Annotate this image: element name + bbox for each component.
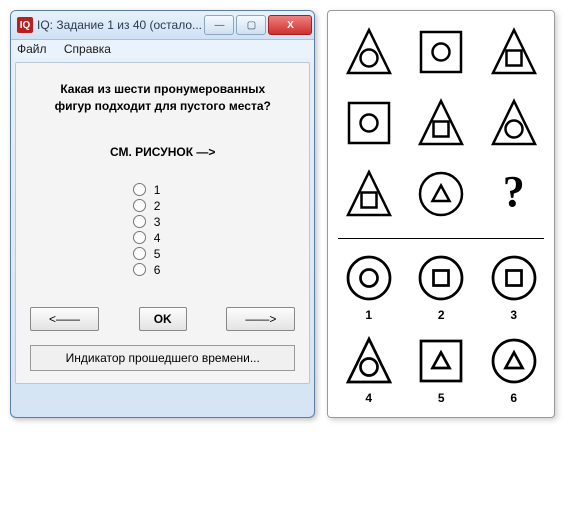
radio-2[interactable] bbox=[133, 199, 146, 212]
next-button[interactable]: ——> bbox=[226, 307, 295, 331]
titlebar[interactable]: IQ IQ: Задание 1 из 40 (остало... — ▢ X bbox=[11, 11, 314, 40]
option-6[interactable]: 6 bbox=[133, 263, 193, 277]
close-button[interactable]: X bbox=[268, 15, 312, 35]
radio-4[interactable] bbox=[133, 231, 146, 244]
radio-1[interactable] bbox=[133, 183, 146, 196]
see-picture-label: СМ. РИСУНОК —> bbox=[30, 145, 295, 159]
puzzle-cell bbox=[344, 27, 394, 80]
answer-label: 5 bbox=[416, 391, 466, 405]
puzzle-cell bbox=[489, 27, 539, 80]
divider bbox=[338, 238, 544, 239]
puzzle-cell bbox=[344, 98, 394, 151]
puzzle-cell bbox=[489, 98, 539, 151]
question-mark-icon: ? bbox=[503, 169, 525, 215]
radio-3[interactable] bbox=[133, 215, 146, 228]
app-window: IQ IQ: Задание 1 из 40 (остало... — ▢ X … bbox=[10, 10, 315, 418]
radio-5[interactable] bbox=[133, 247, 146, 260]
puzzle-cell bbox=[416, 169, 466, 222]
answer-option[interactable]: 1 bbox=[344, 253, 394, 322]
options-group: 1 2 3 4 5 6 bbox=[133, 183, 193, 277]
option-5[interactable]: 5 bbox=[133, 247, 193, 261]
option-4[interactable]: 4 bbox=[133, 231, 193, 245]
answer-option[interactable]: 4 bbox=[344, 336, 394, 405]
option-label: 3 bbox=[154, 215, 161, 229]
option-label: 5 bbox=[154, 247, 161, 261]
option-label: 6 bbox=[154, 263, 161, 277]
answer-option[interactable]: 2 bbox=[416, 253, 466, 322]
puzzle-cell bbox=[416, 27, 466, 80]
radio-6[interactable] bbox=[133, 263, 146, 276]
answer-option[interactable]: 5 bbox=[416, 336, 466, 405]
menu-help[interactable]: Справка bbox=[64, 42, 111, 56]
answer-label: 4 bbox=[344, 391, 394, 405]
option-3[interactable]: 3 bbox=[133, 215, 193, 229]
answer-option[interactable]: 6 bbox=[489, 336, 539, 405]
answers-grid: 1 2 3 4 5 6 bbox=[338, 253, 544, 405]
nav-row: <—— OK ——> bbox=[30, 307, 295, 331]
puzzle-cell: ? bbox=[503, 169, 525, 222]
time-indicator: Индикатор прошедшего времени... bbox=[30, 345, 295, 371]
menu-file[interactable]: Файл bbox=[17, 42, 47, 56]
puzzle-cell bbox=[344, 169, 394, 222]
question-text: Какая из шести пронумерованных фигур под… bbox=[30, 81, 295, 115]
option-1[interactable]: 1 bbox=[133, 183, 193, 197]
answer-label: 2 bbox=[416, 308, 466, 322]
option-label: 4 bbox=[154, 231, 161, 245]
answer-label: 6 bbox=[489, 391, 539, 405]
answer-option[interactable]: 3 bbox=[489, 253, 539, 322]
maximize-button[interactable]: ▢ bbox=[236, 15, 266, 35]
puzzle-panel: ? 1 2 3 4 5 6 bbox=[327, 10, 555, 418]
prev-button[interactable]: <—— bbox=[30, 307, 99, 331]
ok-button[interactable]: OK bbox=[139, 307, 187, 331]
minimize-button[interactable]: — bbox=[204, 15, 234, 35]
window-title: IQ: Задание 1 из 40 (остало... bbox=[37, 18, 204, 32]
option-2[interactable]: 2 bbox=[133, 199, 193, 213]
window-buttons: — ▢ X bbox=[204, 15, 312, 35]
answer-label: 1 bbox=[344, 308, 394, 322]
puzzle-grid: ? bbox=[338, 27, 544, 222]
client-area: Какая из шести пронумерованных фигур под… bbox=[15, 62, 310, 384]
app-icon: IQ bbox=[17, 17, 33, 33]
puzzle-cell bbox=[416, 98, 466, 151]
option-label: 2 bbox=[154, 199, 161, 213]
answer-label: 3 bbox=[489, 308, 539, 322]
menubar: Файл Справка bbox=[11, 40, 314, 58]
option-label: 1 bbox=[154, 183, 161, 197]
